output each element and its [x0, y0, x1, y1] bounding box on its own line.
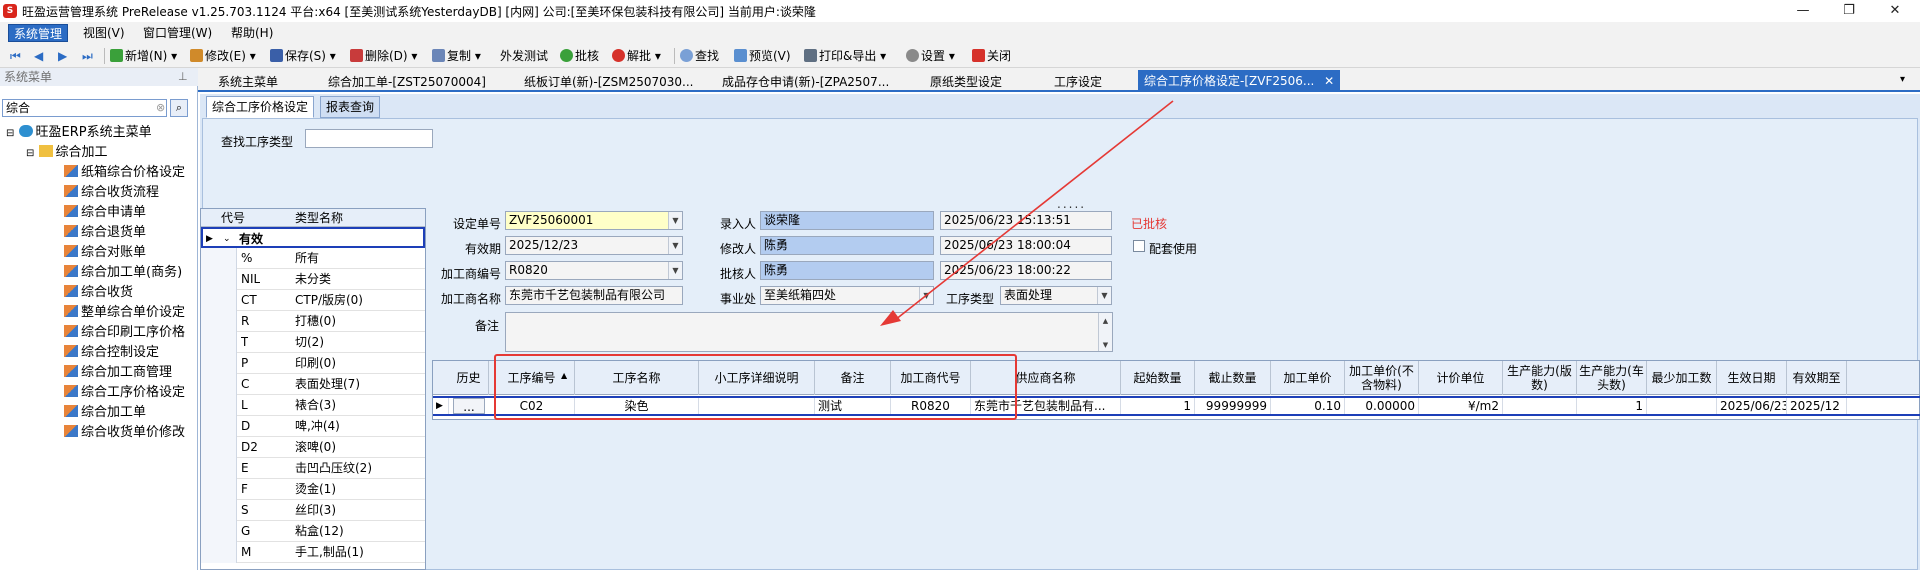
arrow-head [880, 310, 901, 326]
arrow-line [894, 100, 1174, 321]
annotation-arrow [880, 100, 1174, 326]
